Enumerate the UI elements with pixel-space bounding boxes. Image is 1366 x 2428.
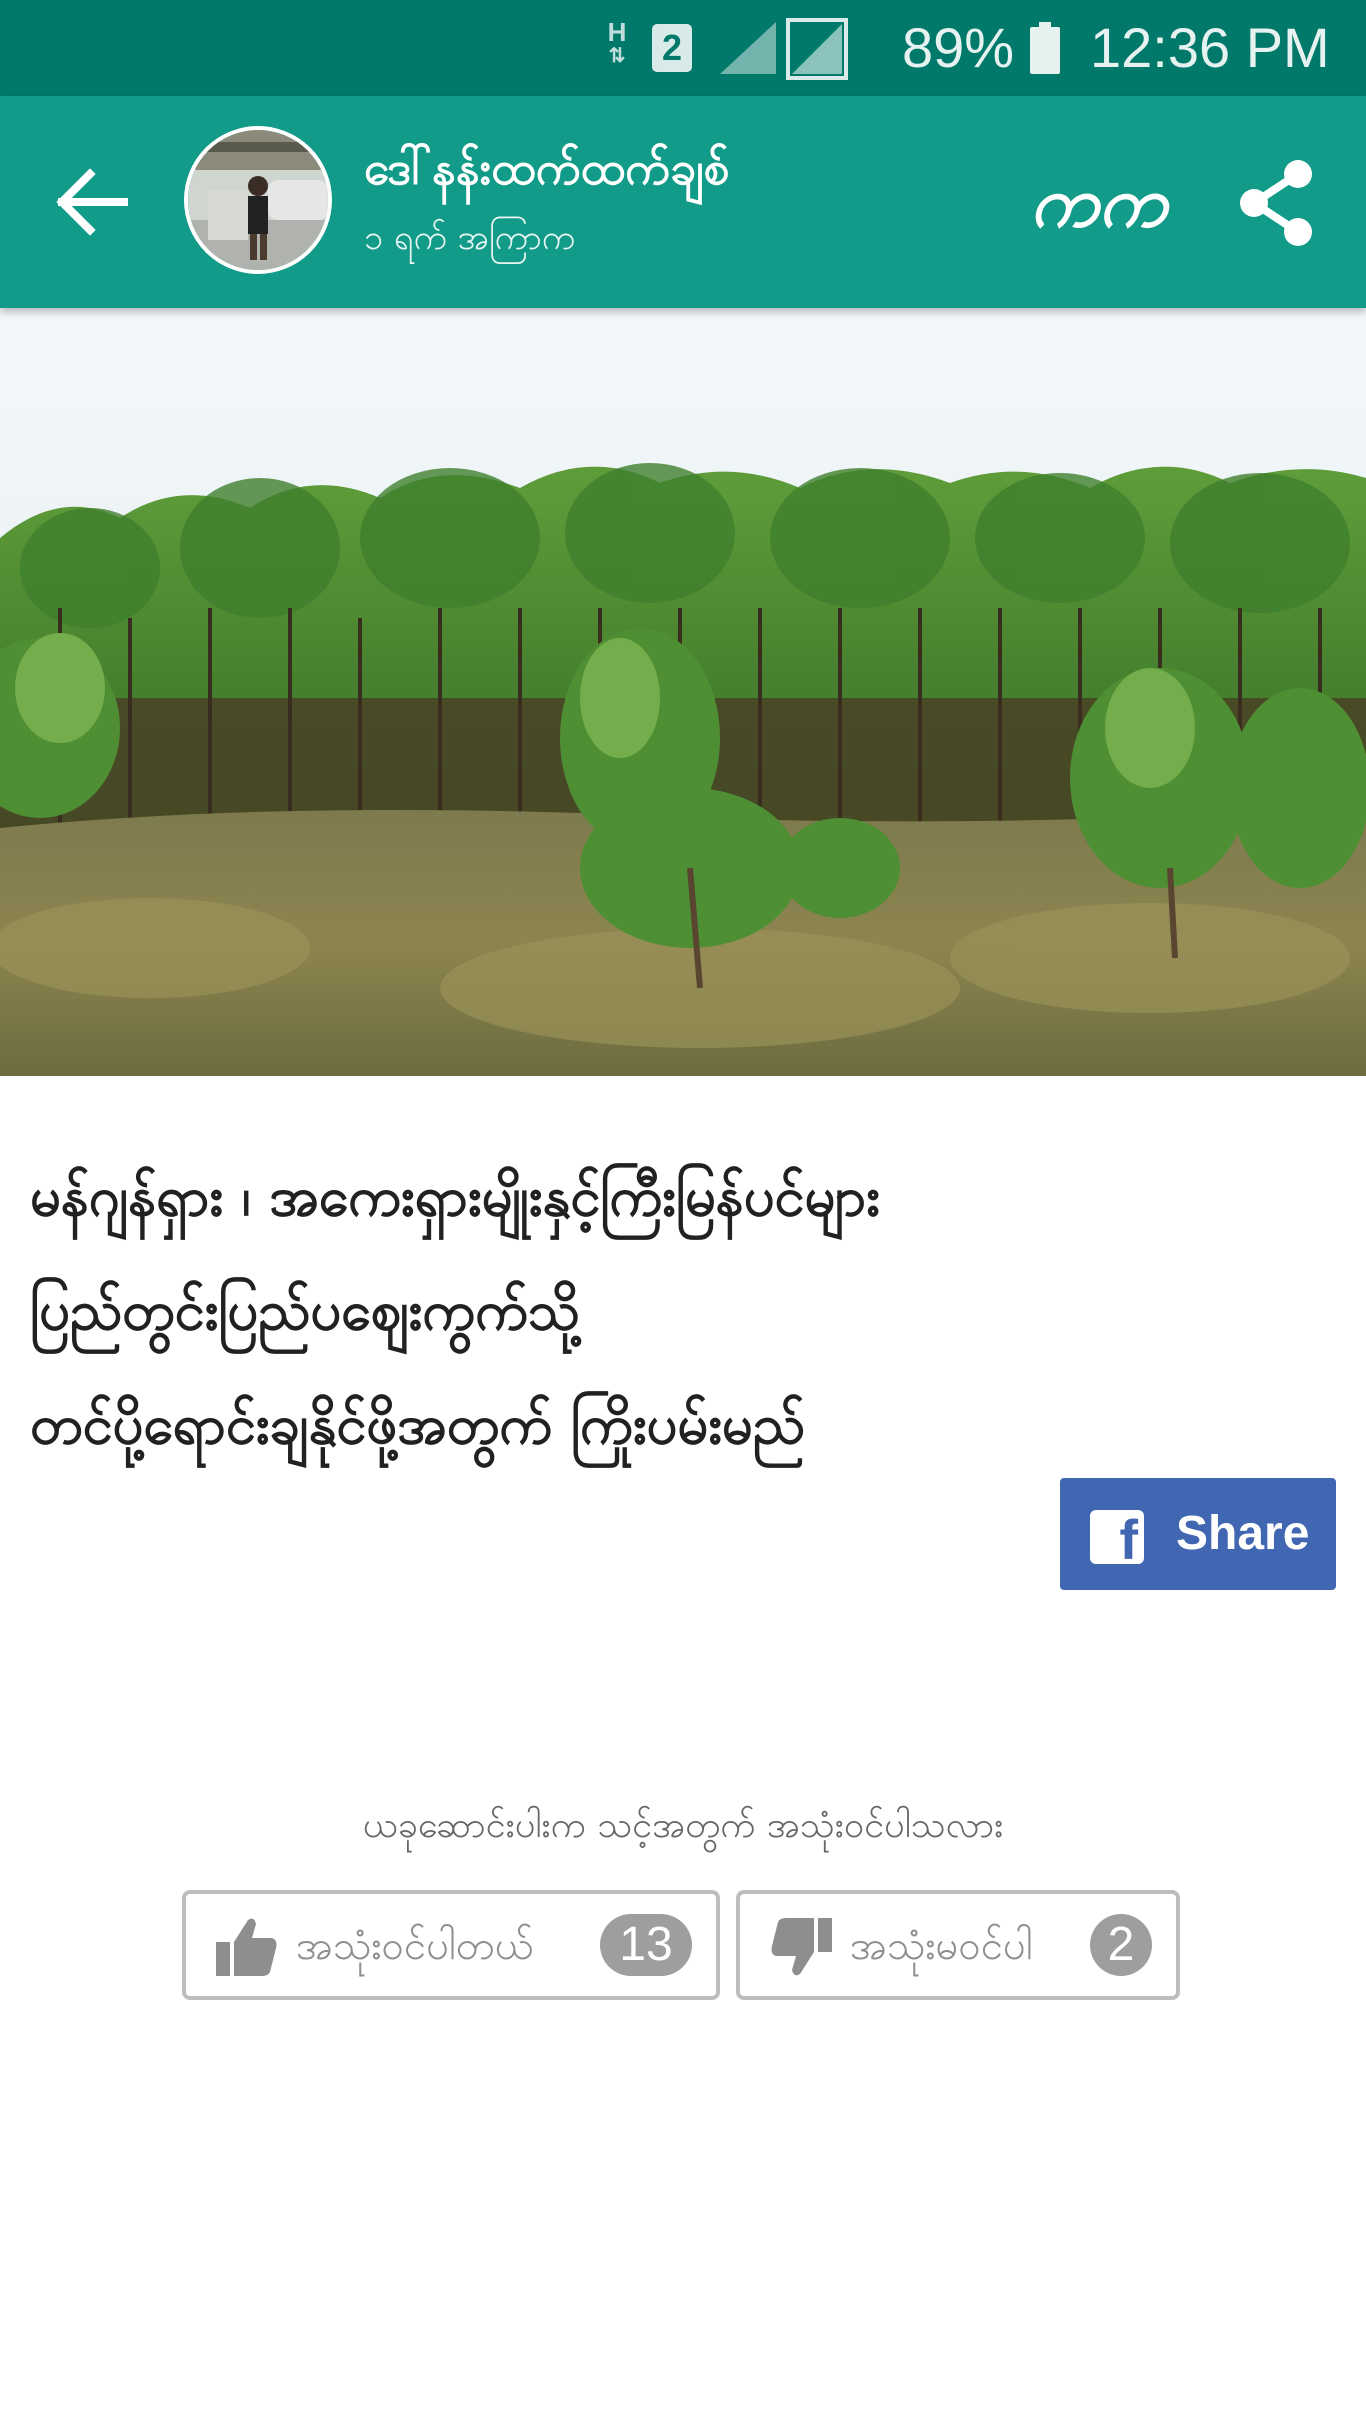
app-bar: ဒေါ်နန်းထက်ထက်ချစ် ၁ ရက် အကြာက ကက bbox=[0, 96, 1366, 308]
avatar-photo bbox=[188, 130, 328, 270]
facebook-share-label: Share bbox=[1176, 1507, 1310, 1560]
font-toggle-button[interactable]: ကက bbox=[1030, 152, 1170, 252]
headline-line-1: မန်ဂျန်ရှား ၊ အကေးရှားမျိုးနှင့်ကြီးမြန်… bbox=[30, 1165, 880, 1228]
battery-icon bbox=[1030, 22, 1060, 74]
not-useful-count-badge: 2 bbox=[1090, 1914, 1152, 1976]
author-avatar[interactable] bbox=[184, 126, 332, 274]
signal-icon bbox=[720, 22, 776, 74]
facebook-share-button[interactable]: f Share bbox=[1060, 1478, 1336, 1590]
not-useful-button[interactable]: အသုံးမဝင်ပါ 2 bbox=[736, 1890, 1180, 2000]
facebook-icon: f bbox=[1090, 1510, 1144, 1568]
back-arrow-icon[interactable] bbox=[52, 166, 132, 238]
network-type-indicator: H ⇅ bbox=[604, 17, 630, 76]
article-headline: မန်ဂျန်ရှား ၊ အကေးရှားမျိုးနှင့်ကြီးမြန်… bbox=[30, 1140, 1330, 1482]
useful-count-badge: 13 bbox=[600, 1914, 692, 1976]
plantation-photo bbox=[0, 308, 1366, 1076]
battery-percent: 89% bbox=[902, 16, 1015, 79]
feedback-question: ယခုဆောင်းပါးက သင့်အတွက် အသုံးဝင်ပါသလား bbox=[362, 1805, 1004, 1846]
clock: 12:36 PM bbox=[1090, 16, 1330, 79]
status-bar: H ⇅ 2 89% 12:36 PM bbox=[0, 0, 1366, 96]
headline-line-3: တင်ပို့ရောင်းချနိုင်ဖို့အတွက် ကြိုးပမ်းမ… bbox=[30, 1393, 805, 1456]
font-toggle-label: ကက bbox=[1030, 161, 1167, 243]
sim-slot-badge: 2 bbox=[652, 24, 692, 72]
thumbs-down-icon bbox=[771, 1918, 832, 1976]
post-time: ၁ ရက် အကြာက bbox=[364, 218, 575, 258]
network-type-text: H bbox=[607, 17, 627, 47]
headline-line-2: ပြည်တွင်းပြည်ပဈေးကွက်သို့ bbox=[30, 1279, 581, 1342]
author-name[interactable]: ဒေါ်နန်းထက်ထက်ချစ် bbox=[364, 136, 729, 200]
article-hero-image[interactable] bbox=[0, 308, 1366, 1076]
share-icon[interactable] bbox=[1236, 158, 1316, 248]
useful-button[interactable]: အသုံးဝင်ပါတယ် 13 bbox=[182, 1890, 720, 2000]
not-useful-label: အသုံးမဝင်ပါ bbox=[850, 1923, 1033, 1969]
data-arrows-icon: ⇅ bbox=[608, 45, 626, 67]
thumbs-up-icon bbox=[216, 1918, 277, 1976]
signal-strength-icon bbox=[786, 18, 848, 80]
useful-label: အသုံးဝင်ပါတယ် bbox=[296, 1923, 534, 1969]
